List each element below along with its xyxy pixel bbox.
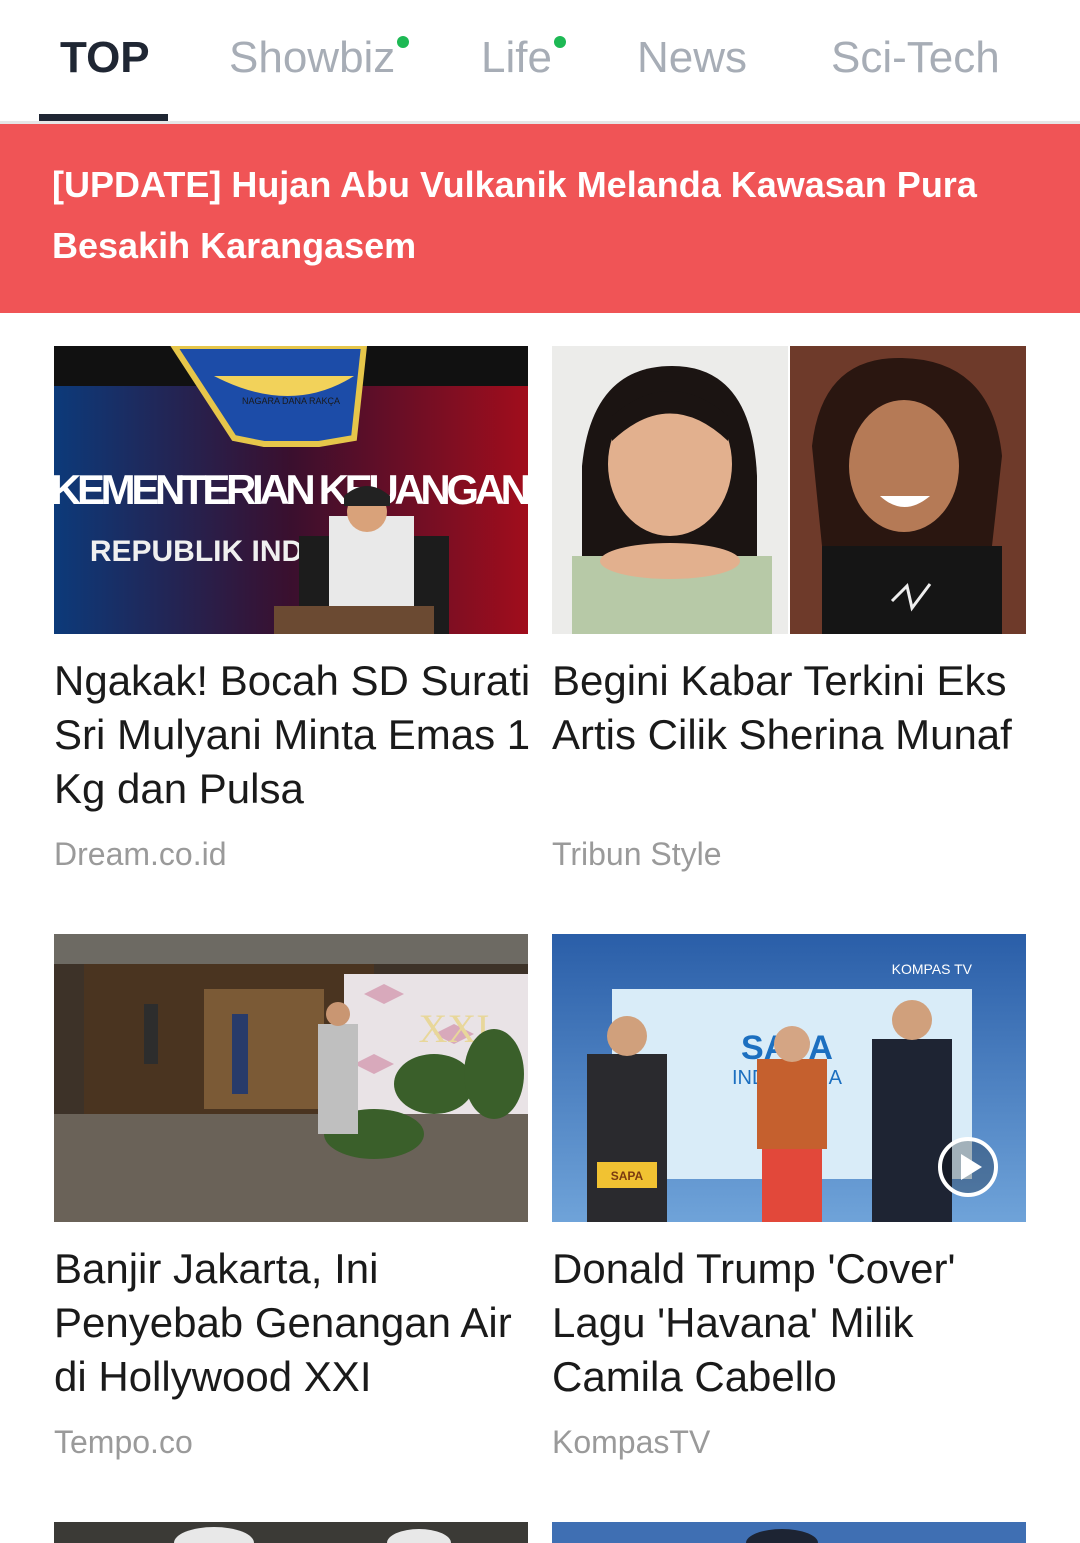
tab-label: News [637, 33, 748, 82]
active-tab-indicator [39, 114, 168, 121]
tab-label: Sci-Tech [831, 33, 1000, 82]
svg-text:KOMPAS TV: KOMPAS TV [892, 961, 973, 977]
tab-label: Life [481, 33, 552, 82]
article-headline: Donald Trump 'Cover' Lagu 'Havana' Milik… [552, 1245, 956, 1400]
new-indicator-dot [553, 36, 566, 48]
svg-text:NAGARA DANA RAKÇA: NAGARA DANA RAKÇA [242, 396, 340, 406]
article-thumbnail: XXI [54, 934, 528, 1222]
tab-life[interactable]: Life [481, 30, 566, 90]
tab-sci-tech[interactable]: Sci-Tech [831, 30, 1000, 90]
new-indicator-dot [397, 36, 410, 48]
tab-label: TOP [60, 33, 150, 82]
article-thumbnail-partial[interactable] [552, 1522, 1026, 1543]
article-source: Tribun Style [552, 836, 722, 872]
svg-text:KEMENTERIAN KEUANGAN: KEMENTERIAN KEUANGAN [54, 466, 528, 513]
category-tab-bar: TOP Showbiz Life News Sci-Tech [0, 0, 1080, 124]
tab-top[interactable]: TOP [60, 30, 150, 90]
svg-text:SAPA: SAPA [611, 1169, 644, 1183]
breaking-news-banner[interactable]: [UPDATE] Hujan Abu Vulkanik Melanda Kawa… [0, 124, 1080, 313]
article-thumbnail: NAGARA DANA RAKÇA KEMENTERIAN KEUANGAN R… [54, 346, 528, 634]
article-headline: Begini Kabar Terkini Eks Artis Cilik She… [552, 657, 1012, 758]
article-headline: Ngakak! Bocah SD Surati Sri Mulyani Mint… [54, 657, 531, 812]
article-thumbnail [552, 346, 1026, 634]
article-source: Dream.co.id [54, 836, 227, 872]
tab-news[interactable]: News [637, 30, 747, 90]
article-thumbnail-partial[interactable] [54, 1522, 528, 1543]
article-source: KompasTV [552, 1424, 711, 1460]
article-thumbnail: SAPA INDONESIA KOMPAS TV SAPA [552, 934, 1026, 1222]
article-headline: Banjir Jakarta, Ini Penyebab Genangan Ai… [54, 1245, 512, 1400]
banner-headline: [UPDATE] Hujan Abu Vulkanik Melanda Kawa… [52, 164, 977, 266]
article-source: Tempo.co [54, 1424, 193, 1460]
tab-label: Showbiz [229, 33, 396, 82]
play-video-icon[interactable] [937, 1136, 999, 1198]
tab-showbiz[interactable]: Showbiz [229, 30, 410, 90]
